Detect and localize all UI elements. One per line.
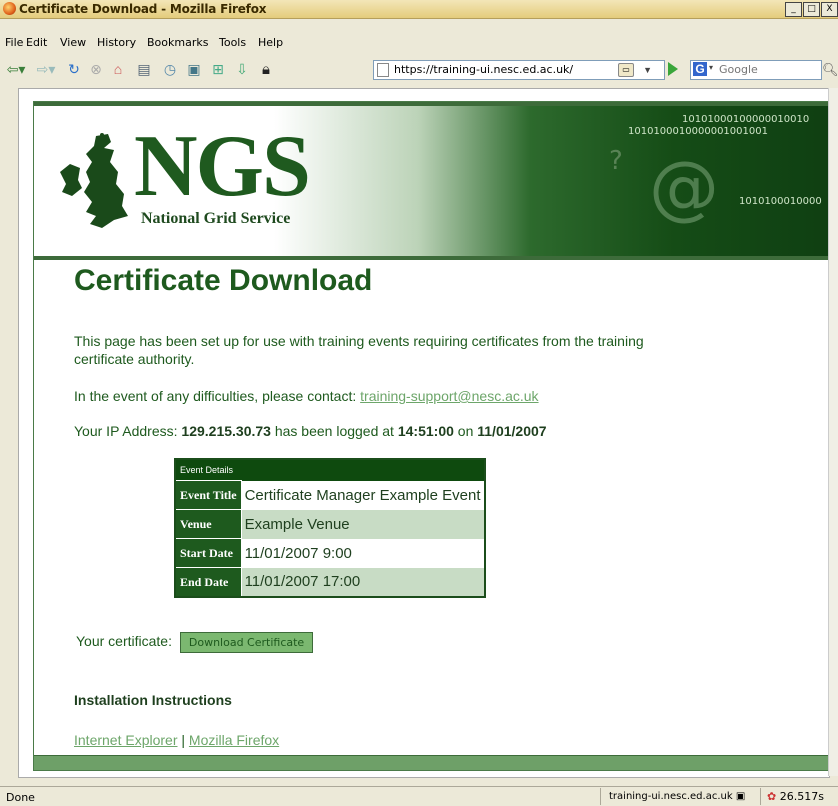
contact-email-link[interactable]: training-support@nesc.ac.uk <box>360 388 538 404</box>
navigation-toolbar: ⇦▾ ⇨▾ ↻ ⊗ ⌂ ▤ ◷ ▣ ⊞ ⇩ 🔒︎ https://trainin… <box>0 55 838 85</box>
forward-icon[interactable]: ⇨▾ <box>32 59 60 79</box>
menu-view[interactable]: View <box>60 36 86 49</box>
page-footer-bar <box>34 755 829 770</box>
row-value: Certificate Manager Example Event <box>244 486 481 504</box>
binary-text-1: 10101000100000010010 <box>682 114 810 125</box>
timer-icon: ✿ <box>767 790 777 803</box>
url-bar[interactable]: https://training-ui.nesc.ed.ac.uk/ ▭ ▼ <box>373 60 678 80</box>
table-row: Venue Example Venue <box>174 509 485 539</box>
host-text: training-ui.nesc.ed.ac.uk <box>609 791 733 802</box>
log-time: 14:51:00 <box>397 423 454 439</box>
intro-line-1: This page has been set up for use with t… <box>74 333 644 349</box>
title-bar[interactable]: Certificate Download - Mozilla Firefox _… <box>0 0 838 19</box>
url-text[interactable]: https://training-ui.nesc.ed.ac.uk/ <box>394 63 573 76</box>
row-value: 11/01/2007 9:00 <box>244 544 352 562</box>
menu-history[interactable]: History <box>97 36 136 49</box>
ip-address: 129.215.30.73 <box>181 423 271 439</box>
download-icon[interactable]: ⇩ <box>232 59 252 79</box>
page-icon <box>377 63 389 77</box>
row-label: End Date <box>174 567 242 598</box>
firefox-icon <box>3 2 16 15</box>
security-host[interactable]: training-ui.nesc.ed.ac.uk ▣ <box>600 788 745 805</box>
search-bar[interactable]: G ▾ <box>690 60 822 80</box>
chevron-down-icon[interactable]: ▼ <box>643 61 652 79</box>
row-label: Start Date <box>174 538 242 568</box>
ip-mid: has been logged at <box>274 423 394 439</box>
go-icon[interactable] <box>668 62 678 76</box>
minimize-button[interactable]: _ <box>785 2 802 17</box>
page-frame: NGS National Grid Service 10101000100000… <box>33 101 829 771</box>
search-input[interactable] <box>719 62 817 76</box>
row-value: Example Venue <box>241 509 485 539</box>
new-tab-icon[interactable]: ⊞ <box>208 59 228 79</box>
status-bar: Done training-ui.nesc.ed.ac.uk ▣ ✿ 26.51… <box>0 786 838 806</box>
row-label: Event Title <box>174 480 242 510</box>
britain-map-icon <box>60 133 128 228</box>
ngs-logo-text: NGS <box>134 118 311 215</box>
bookmark-manager-icon[interactable]: ▣ <box>184 59 204 79</box>
maximize-button[interactable]: □ <box>803 2 820 17</box>
certificate-icon[interactable]: ▭ <box>618 63 634 77</box>
certificate-label: Your certificate: <box>76 633 172 649</box>
menu-help[interactable]: Help <box>258 36 283 49</box>
binary-text-2: 1010100010000001001001 <box>628 126 768 137</box>
intro-text: This page has been set up for use with t… <box>74 332 644 368</box>
question-mark-graphic: ? <box>609 146 623 176</box>
binary-text-3: 1010100010000 <box>739 196 822 207</box>
ngs-banner: NGS National Grid Service 10101000100000… <box>34 102 829 260</box>
on-text: on <box>457 423 474 439</box>
certificate-row: Your certificate: Download Certificate <box>76 632 314 653</box>
lock-icon[interactable]: 🔒︎ <box>256 59 276 79</box>
log-date: 11/01/2007 <box>477 423 547 439</box>
home-icon[interactable]: ⌂ <box>108 59 128 79</box>
lock-status-icon[interactable]: ▣ <box>736 791 745 802</box>
history-icon[interactable]: ◷ <box>160 59 180 79</box>
link-separator: | <box>181 732 186 748</box>
timer-text: 26.517s <box>779 790 824 803</box>
print-icon[interactable]: ▤ <box>134 59 154 79</box>
window-controls: _ □ X <box>785 2 838 17</box>
mozilla-firefox-link[interactable]: Mozilla Firefox <box>189 732 279 748</box>
load-timer: ✿ 26.517s <box>760 788 824 805</box>
stop-icon[interactable]: ⊗ <box>86 59 106 79</box>
intro-line-2: certificate authority. <box>74 351 195 367</box>
menu-file[interactable]: File <box>5 36 23 49</box>
page-content: NGS National Grid Service 10101000100000… <box>18 88 830 778</box>
event-details-table: Event Details Event Title Certificate Ma… <box>174 458 486 598</box>
table-row: End Date 11/01/2007 17:00 <box>174 567 485 598</box>
close-button[interactable]: X <box>821 2 838 17</box>
installation-heading: Installation Instructions <box>74 692 232 708</box>
table-row: Start Date 11/01/2007 9:00 <box>174 538 485 568</box>
menu-bar: File Edit View History Bookmarks Tools H… <box>0 33 838 51</box>
menu-bookmarks[interactable]: Bookmarks <box>147 36 208 49</box>
event-table-header: Event Details <box>175 459 485 481</box>
menu-edit[interactable]: Edit <box>26 36 47 49</box>
row-label: Venue <box>174 509 242 539</box>
page-title: Certificate Download <box>74 264 373 297</box>
download-certificate-button[interactable]: Download Certificate <box>179 632 314 653</box>
search-engine-icon[interactable]: G <box>693 62 707 76</box>
search-icon[interactable]: 🔍︎ <box>822 62 838 78</box>
contact-prefix: In the event of any difficulties, please… <box>74 388 357 404</box>
internet-explorer-link[interactable]: Internet Explorer <box>74 732 178 748</box>
contact-line: In the event of any difficulties, please… <box>74 387 539 405</box>
table-row: Event Title Certificate Manager Example … <box>174 480 485 510</box>
at-sign-graphic: @ <box>649 146 719 228</box>
installation-links: Internet Explorer | Mozilla Firefox <box>74 732 279 748</box>
row-value: 11/01/2007 17:00 <box>241 567 485 597</box>
browser-window: Certificate Download - Mozilla Firefox _… <box>0 0 838 806</box>
back-icon[interactable]: ⇦▾ <box>2 59 30 79</box>
scrollbar[interactable] <box>828 88 838 776</box>
ip-line: Your IP Address: 129.215.30.73 has been … <box>74 422 547 440</box>
reload-icon[interactable]: ↻ <box>64 59 84 79</box>
status-text: Done <box>6 791 35 804</box>
window-title: Certificate Download - Mozilla Firefox <box>19 2 267 16</box>
menu-tools[interactable]: Tools <box>219 36 246 49</box>
search-engine-dropdown-icon[interactable]: ▾ <box>709 63 713 72</box>
ip-prefix: Your IP Address: <box>74 423 178 439</box>
ngs-logo-subtitle: National Grid Service <box>141 210 291 227</box>
